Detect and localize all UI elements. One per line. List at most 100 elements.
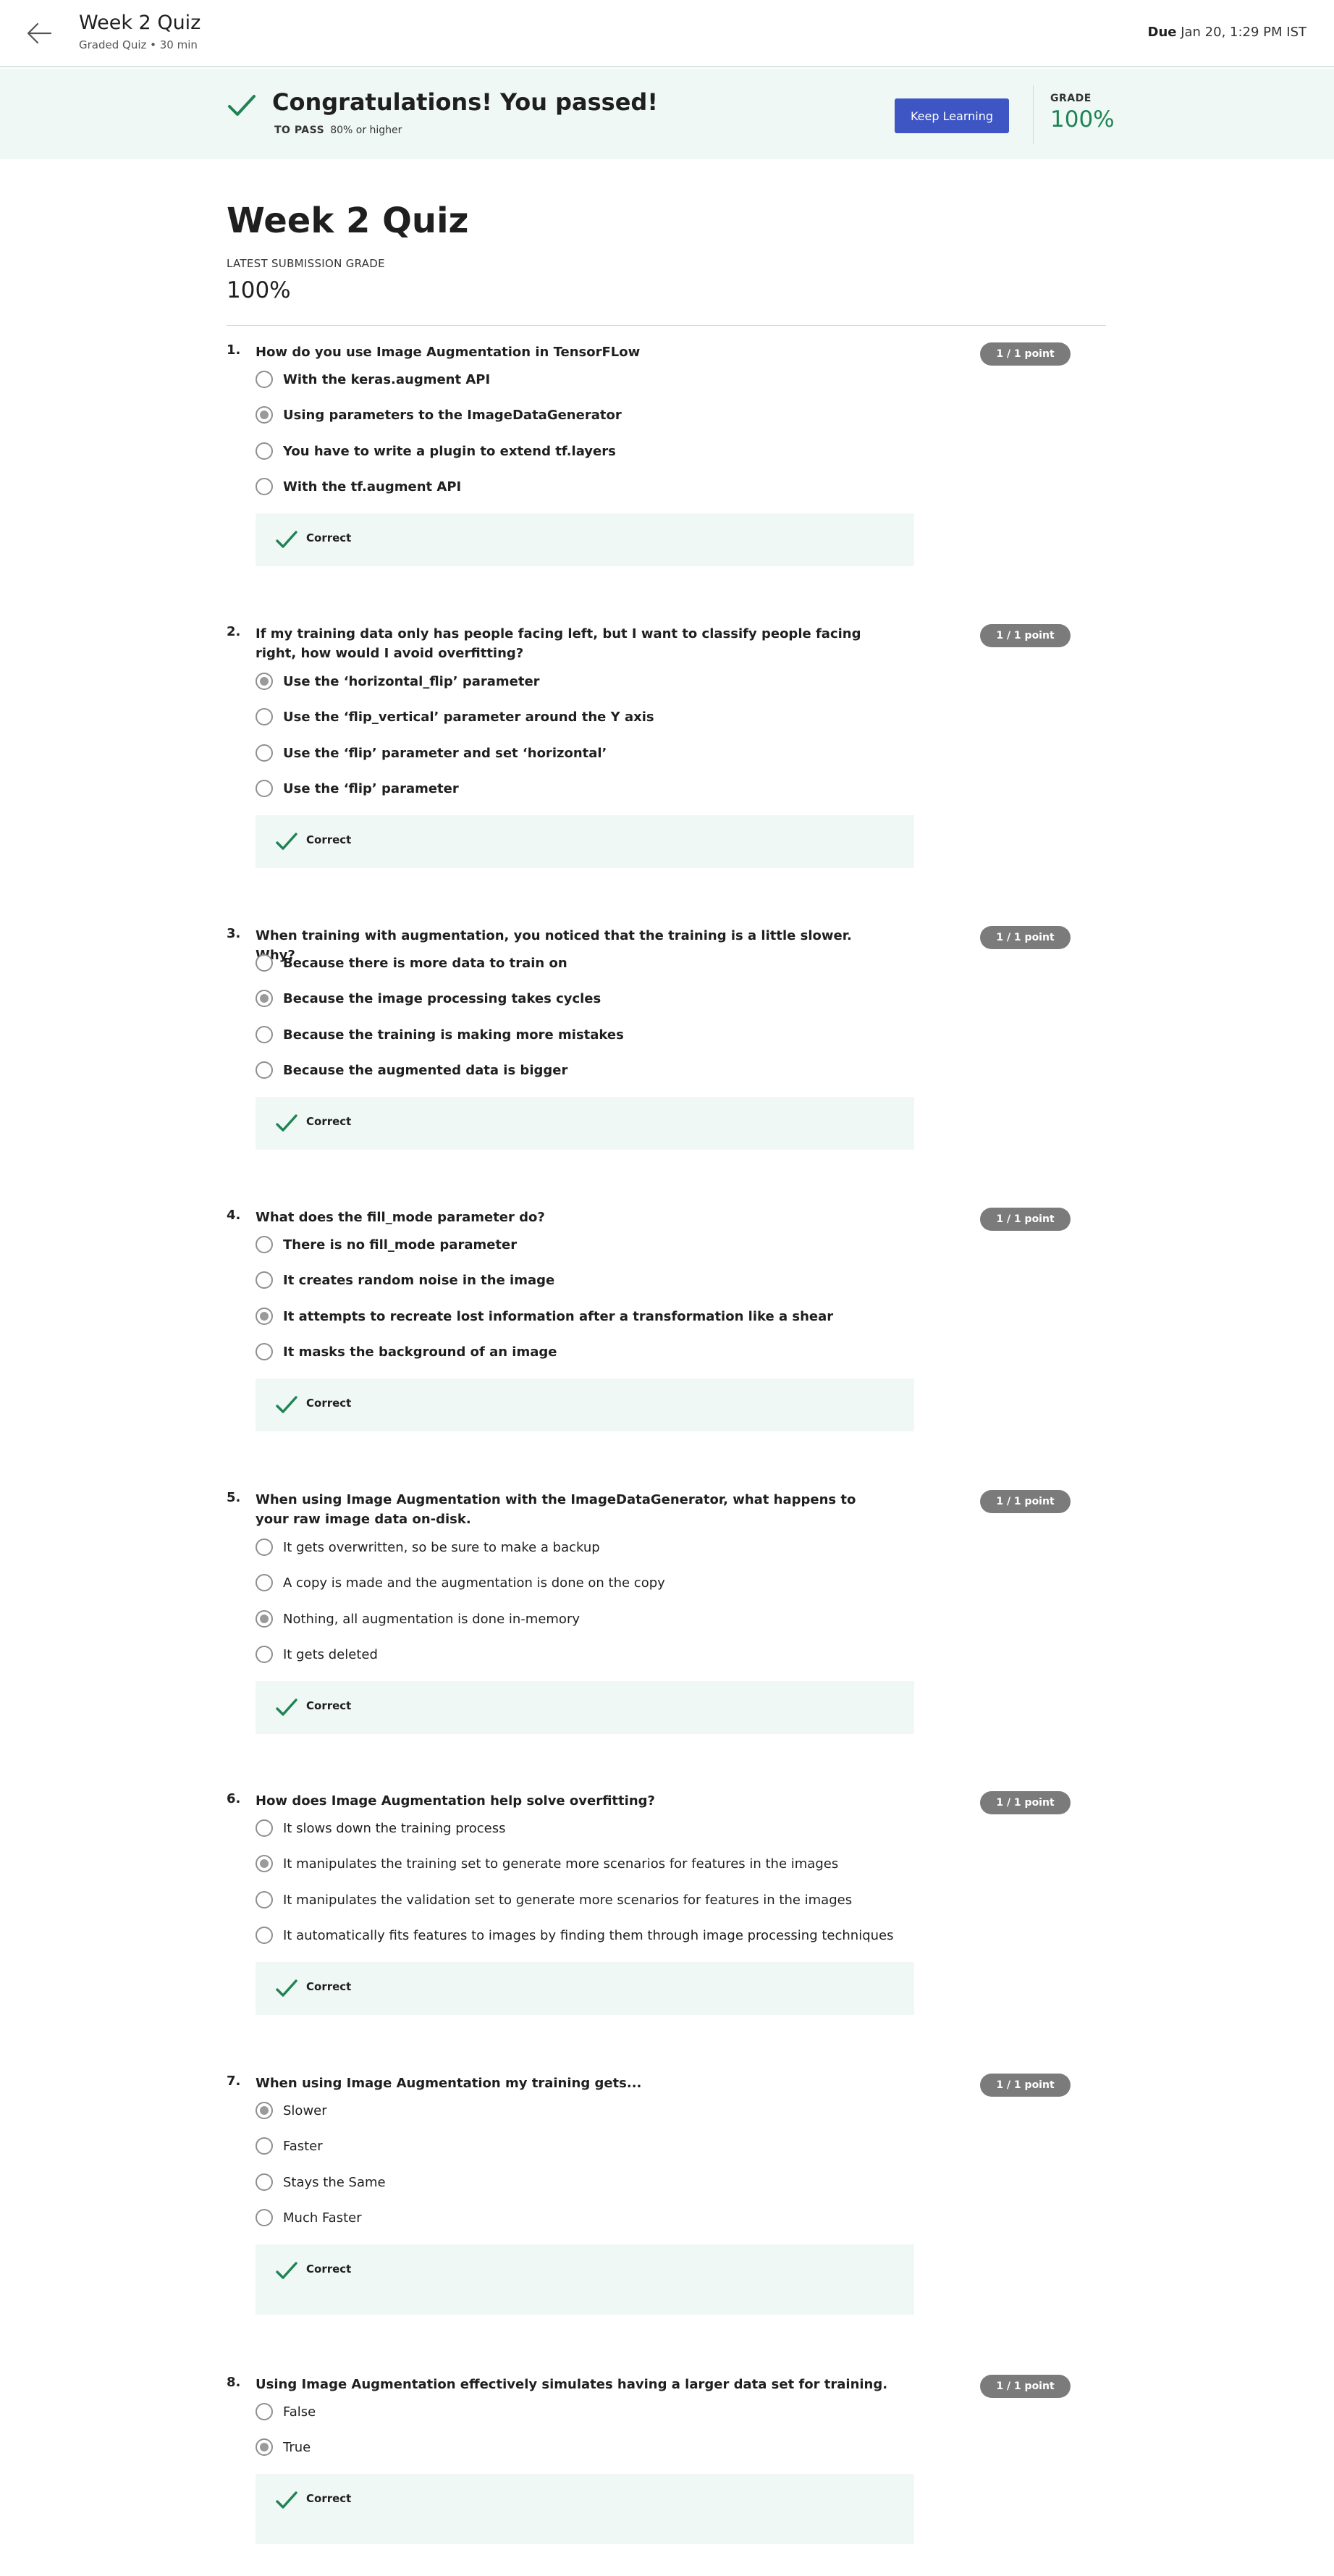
answer-option[interactable]: Because the augmented data is bigger xyxy=(256,1059,567,1081)
answer-option[interactable]: Much Faster xyxy=(256,2207,362,2228)
answer-option-label: Use the ‘flip_vertical’ parameter around… xyxy=(283,709,654,725)
radio-unselected-icon[interactable] xyxy=(256,1891,273,1908)
question-number: 2. xyxy=(227,624,241,639)
question-text: How does Image Augmentation help solve o… xyxy=(256,1793,655,1809)
radio-unselected-icon[interactable] xyxy=(256,478,273,495)
answer-option[interactable]: It manipulates the validation set to gen… xyxy=(256,1889,852,1911)
answer-option[interactable]: It automatically fits features to images… xyxy=(256,1924,893,1946)
radio-unselected-icon[interactable] xyxy=(256,1343,273,1360)
answer-option-label: It automatically fits features to images… xyxy=(283,1927,894,1943)
radio-selected-icon[interactable] xyxy=(256,2438,273,2456)
radio-unselected-icon[interactable] xyxy=(256,1061,273,1079)
radio-selected-icon[interactable] xyxy=(256,990,273,1007)
answer-option[interactable]: Because the training is making more mist… xyxy=(256,1024,624,1045)
pass-headline: Congratulations! You passed! xyxy=(272,88,658,116)
answer-option[interactable]: Use the ‘flip_vertical’ parameter around… xyxy=(256,706,654,728)
question-number: 6. xyxy=(227,1791,241,1806)
feedback-box: Correct xyxy=(256,2244,914,2315)
page-title: Week 2 Quiz xyxy=(227,201,469,241)
answer-option[interactable]: Use the ‘horizontal_flip’ parameter xyxy=(256,670,540,692)
answer-option-label: Use the ‘horizontal_flip’ parameter xyxy=(283,673,540,689)
radio-unselected-icon[interactable] xyxy=(256,442,273,460)
answer-option[interactable]: Slower xyxy=(256,2100,327,2121)
radio-unselected-icon[interactable] xyxy=(256,1539,273,1556)
answer-option[interactable]: Because the image processing takes cycle… xyxy=(256,988,601,1009)
radio-unselected-icon[interactable] xyxy=(256,2137,273,2155)
answer-option[interactable]: With the keras.augment API xyxy=(256,369,490,390)
answer-option[interactable]: Using parameters to the ImageDataGenerat… xyxy=(256,404,622,426)
answer-option-label: Slower xyxy=(283,2103,327,2118)
radio-unselected-icon[interactable] xyxy=(256,2403,273,2420)
answer-option[interactable]: Because there is more data to train on xyxy=(256,952,567,974)
answer-option[interactable]: True xyxy=(256,2436,311,2458)
answer-option[interactable]: It gets overwritten, so be sure to make … xyxy=(256,1536,600,1558)
answer-option[interactable]: Nothing, all augmentation is done in-mem… xyxy=(256,1608,580,1630)
keep-learning-button[interactable]: Keep Learning xyxy=(895,98,1009,133)
answer-option[interactable]: False xyxy=(256,2401,316,2423)
answer-option-label: False xyxy=(283,2404,316,2420)
answer-option[interactable]: With the tf.augment API xyxy=(256,476,461,497)
latest-submission-grade: 100% xyxy=(227,277,291,303)
radio-selected-icon[interactable] xyxy=(256,1308,273,1325)
answer-option[interactable]: Use the ‘flip’ parameter and set ‘horizo… xyxy=(256,742,607,764)
radio-unselected-icon[interactable] xyxy=(256,1819,273,1837)
radio-unselected-icon[interactable] xyxy=(256,954,273,972)
answer-option-label: Because there is more data to train on xyxy=(283,955,567,971)
radio-unselected-icon[interactable] xyxy=(256,2209,273,2226)
question-number: 1. xyxy=(227,342,241,358)
radio-unselected-icon[interactable] xyxy=(256,708,273,725)
question-text: When using Image Augmentation my trainin… xyxy=(256,2076,642,2091)
feedback-text: Correct xyxy=(306,1397,352,1410)
radio-unselected-icon[interactable] xyxy=(256,780,273,797)
to-pass-info: TO PASS 80% or higher xyxy=(274,125,402,136)
feedback-text: Correct xyxy=(306,1699,352,1712)
radio-unselected-icon[interactable] xyxy=(256,371,273,388)
radio-selected-icon[interactable] xyxy=(256,673,273,690)
answer-option[interactable]: A copy is made and the augmentation is d… xyxy=(256,1572,665,1594)
radio-unselected-icon[interactable] xyxy=(256,1271,273,1289)
feedback-box: Correct xyxy=(256,1962,914,2015)
answer-option[interactable]: There is no fill_mode parameter xyxy=(256,1234,517,1255)
radio-selected-icon[interactable] xyxy=(256,2102,273,2119)
radio-selected-icon[interactable] xyxy=(256,406,273,424)
answer-option[interactable]: It gets deleted xyxy=(256,1643,378,1665)
feedback-box: Correct xyxy=(256,815,914,868)
due-value: Jan 20, 1:29 PM IST xyxy=(1181,25,1306,40)
radio-unselected-icon[interactable] xyxy=(256,2173,273,2191)
correct-check-icon xyxy=(276,1396,297,1413)
points-badge: 1 / 1 point xyxy=(980,1490,1071,1513)
radio-unselected-icon[interactable] xyxy=(256,1574,273,1591)
answer-option[interactable]: It slows down the training process xyxy=(256,1817,505,1839)
answer-option[interactable]: It attempts to recreate lost information… xyxy=(256,1305,833,1327)
grade-value: 100% xyxy=(1050,106,1115,132)
feedback-text: Correct xyxy=(306,2263,352,2276)
back-arrow-icon[interactable] xyxy=(26,20,52,46)
answer-option-label: It manipulates the training set to gener… xyxy=(283,1856,839,1872)
feedback-box: Correct xyxy=(256,513,914,566)
answer-option[interactable]: It manipulates the training set to gener… xyxy=(256,1853,838,1874)
answer-option-label: Use the ‘flip’ parameter and set ‘horizo… xyxy=(283,745,607,761)
correct-check-icon xyxy=(276,2262,297,2279)
answer-option-label: It gets overwritten, so be sure to make … xyxy=(283,1539,600,1555)
answer-option-label: It masks the background of an image xyxy=(283,1344,557,1360)
radio-selected-icon[interactable] xyxy=(256,1610,273,1628)
points-badge: 1 / 1 point xyxy=(980,2375,1071,2398)
answer-option-label: True xyxy=(283,2439,311,2455)
question-number: 5. xyxy=(227,1490,241,1505)
answer-option[interactable]: Stays the Same xyxy=(256,2171,386,2193)
answer-option[interactable]: You have to write a plugin to extend tf.… xyxy=(256,440,616,462)
radio-unselected-icon[interactable] xyxy=(256,1026,273,1043)
answer-option-label: You have to write a plugin to extend tf.… xyxy=(283,443,616,459)
answer-option[interactable]: It masks the background of an image xyxy=(256,1341,557,1363)
answer-option-label: It manipulates the validation set to gen… xyxy=(283,1892,853,1908)
radio-unselected-icon[interactable] xyxy=(256,1236,273,1253)
radio-unselected-icon[interactable] xyxy=(256,1927,273,1944)
due-label: Due xyxy=(1147,25,1177,40)
answer-option[interactable]: Faster xyxy=(256,2135,323,2157)
answer-option[interactable]: It creates random noise in the image xyxy=(256,1269,554,1291)
radio-unselected-icon[interactable] xyxy=(256,1646,273,1663)
radio-unselected-icon[interactable] xyxy=(256,744,273,762)
radio-selected-icon[interactable] xyxy=(256,1855,273,1872)
answer-option[interactable]: Use the ‘flip’ parameter xyxy=(256,778,459,799)
feedback-text: Correct xyxy=(306,1980,352,1993)
